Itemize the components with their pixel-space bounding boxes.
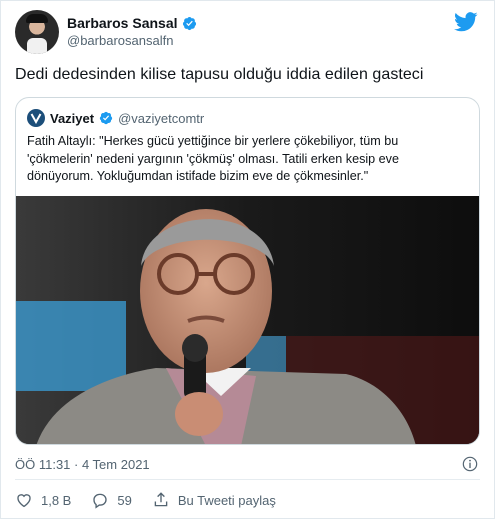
tweet-card: Barbaros Sansal @barbarosansalfn Dedi de… — [0, 0, 495, 519]
verified-badge-icon — [182, 16, 196, 30]
verified-badge-icon — [99, 111, 113, 125]
quoted-name: Vaziyet — [50, 110, 95, 126]
quoted-tweet[interactable]: Vaziyet @vaziyetcomtr Fatih Altaylı: "He… — [15, 97, 480, 445]
share-icon — [154, 492, 168, 507]
quoted-avatar — [27, 109, 45, 127]
quoted-text: Fatih Altaylı: "Herkes gücü yettiğince b… — [27, 134, 399, 183]
like-button[interactable]: 1,8 B — [15, 491, 71, 509]
like-count: 1,8 B — [41, 492, 72, 508]
tweet-actions: 1,8 B 59 Bu Tweeti paylaş — [15, 490, 296, 510]
speaker-photo-illustration — [16, 196, 479, 444]
heart-icon — [17, 494, 31, 508]
share-label: Bu Tweeti paylaş — [177, 492, 276, 508]
author-name-row[interactable]: Barbaros Sansal — [67, 15, 197, 31]
author-avatar[interactable] — [15, 10, 59, 54]
vaziyet-logo-icon — [30, 113, 42, 124]
reply-count: 59 — [117, 492, 132, 508]
info-icon[interactable] — [462, 456, 478, 472]
author-name[interactable]: Barbaros Sansal — [67, 15, 178, 31]
reply-button[interactable]: 59 — [91, 491, 132, 509]
quoted-handle: @vaziyetcomtr — [118, 110, 205, 126]
timestamp[interactable]: ÖÖ 11:31 · 4 Tem 2021 — [15, 457, 150, 472]
tweet-meta: ÖÖ 11:31 · 4 Tem 2021 — [15, 456, 480, 472]
quoted-header: Vaziyet @vaziyetcomtr — [27, 109, 204, 127]
share-button[interactable]: Bu Tweeti paylaş — [152, 491, 276, 509]
author-handle[interactable]: @barbarosansalfn — [67, 33, 173, 48]
quoted-photo[interactable] — [16, 196, 479, 444]
twitter-bird-icon[interactable] — [454, 12, 478, 32]
divider — [15, 479, 480, 480]
reply-icon — [93, 493, 108, 509]
tweet-header: Barbaros Sansal @barbarosansalfn — [15, 10, 482, 54]
tweet-text: Dedi dedesinden kilise tapusu olduğu idd… — [15, 66, 424, 83]
